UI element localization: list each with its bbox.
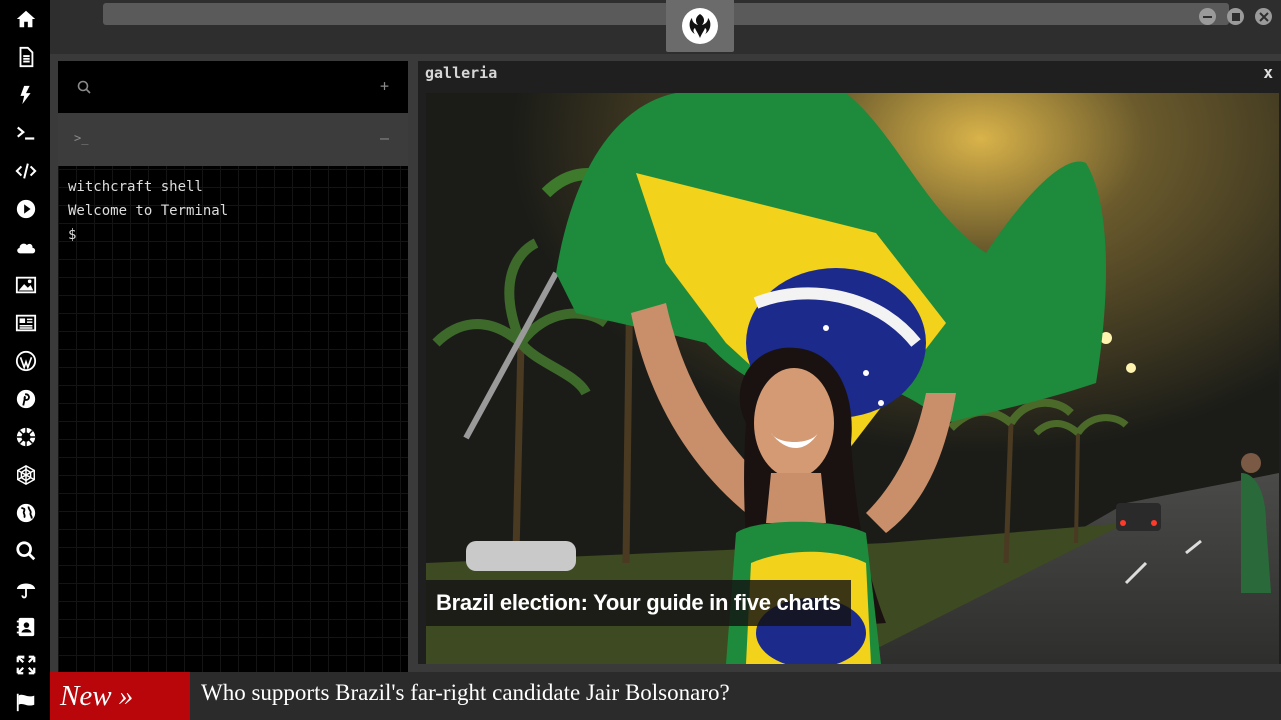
gallery-panel: galleria x Brazil election: Your guide i… [418, 61, 1281, 664]
search-icon[interactable] [77, 79, 91, 98]
wordpress-icon[interactable] [14, 349, 38, 373]
add-terminal-button[interactable]: + [380, 77, 389, 95]
ticker-badge: New » [50, 672, 190, 720]
terminal-panel: + >_ – witchcraft shell Welcome to Termi… [58, 61, 408, 672]
globe-icon[interactable] [14, 501, 38, 525]
rebel-alliance-logo-icon [682, 8, 718, 44]
lightning-icon[interactable] [14, 83, 38, 107]
top-bar [50, 0, 1281, 54]
gallery-title: galleria [425, 64, 498, 82]
search-icon[interactable] [14, 539, 38, 563]
terminal-prompt[interactable]: $ [68, 227, 76, 243]
play-icon[interactable] [14, 197, 38, 221]
news-ticker: New » Who supports Brazil's far-right ca… [50, 672, 1281, 720]
terminal-tab[interactable]: >_ – [58, 113, 408, 166]
gallery-close-button[interactable]: x [1263, 63, 1273, 82]
newspaper-icon[interactable] [14, 311, 38, 335]
minimize-button[interactable] [1199, 8, 1216, 25]
expand-icon[interactable] [14, 653, 38, 677]
image-icon[interactable] [14, 273, 38, 297]
document-icon[interactable] [14, 45, 38, 69]
ticker-headline-link[interactable]: Who supports Brazil's far-right candidat… [201, 680, 730, 706]
galactic-empire-icon[interactable] [14, 463, 38, 487]
app-menu-button[interactable] [666, 0, 734, 52]
umbrella-icon[interactable] [14, 577, 38, 601]
pinterest-icon[interactable] [14, 387, 38, 411]
close-window-button[interactable] [1255, 8, 1272, 25]
contact-book-icon[interactable] [14, 615, 38, 639]
home-icon[interactable] [14, 7, 38, 31]
gallery-photo[interactable] [426, 93, 1279, 664]
maximize-button[interactable] [1227, 8, 1244, 25]
cloud-icon[interactable] [14, 235, 38, 259]
terminal-tab-close-button[interactable]: – [380, 129, 389, 147]
gallery-caption[interactable]: Brazil election: Your guide in five char… [426, 580, 851, 626]
flag-icon[interactable] [14, 690, 38, 714]
app-launcher-sidebar [0, 0, 50, 720]
terminal-search-bar[interactable]: + [58, 61, 408, 113]
terminal-output-line: Welcome to Terminal [68, 203, 229, 219]
terminal-tab-label: >_ [74, 131, 89, 145]
terminal-icon[interactable] [14, 121, 38, 145]
code-icon[interactable] [14, 159, 38, 183]
terminal-output-line: witchcraft shell [68, 179, 203, 195]
rebel-alliance-icon[interactable] [14, 425, 38, 449]
